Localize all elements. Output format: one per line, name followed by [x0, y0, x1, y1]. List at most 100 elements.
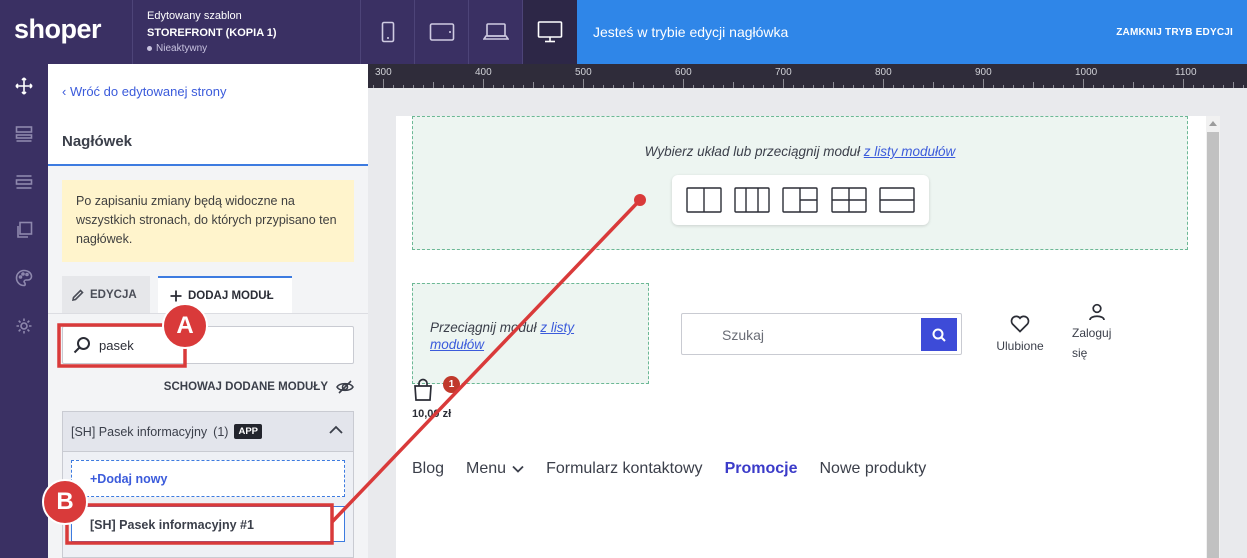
module-list-link[interactable]: z listy modułów: [864, 144, 956, 159]
device-tablet-button[interactable]: [414, 0, 468, 64]
module-item[interactable]: [SH] Pasek informacyjny #1: [71, 506, 345, 542]
ruler-minor-tick: [1133, 82, 1134, 88]
layout-grid-split-icon[interactable]: [782, 187, 819, 213]
ruler-minor-tick: [1093, 85, 1094, 88]
ruler-minor-tick: [603, 85, 604, 88]
favorites-link[interactable]: Ulubione: [994, 315, 1046, 353]
device-laptop-button[interactable]: [468, 0, 522, 64]
ruler-minor-tick: [473, 85, 474, 88]
template-name: STOREFRONT (KOPIA 1): [147, 27, 277, 39]
template-status: Nieaktywny: [147, 43, 360, 54]
ruler-minor-tick: [373, 85, 374, 88]
ruler-minor-tick: [753, 85, 754, 88]
module-group-header[interactable]: [SH] Pasek informacyjny (1) APP: [63, 412, 353, 452]
ruler-minor-tick: [1123, 85, 1124, 88]
phone-icon: [381, 21, 394, 43]
ruler-minor-tick: [1233, 82, 1234, 88]
layout-2row-icon[interactable]: [879, 187, 915, 213]
top-bar: shoper Edytowany szablon STOREFRONT (KOP…: [0, 0, 1247, 64]
login-link[interactable]: Zaloguj się: [1072, 303, 1122, 363]
ruler-minor-tick: [1053, 85, 1054, 88]
module-group-count: (1): [213, 424, 229, 439]
ruler-minor-tick: [723, 85, 724, 88]
rail-move-button[interactable]: [12, 74, 36, 98]
rail-sections-button[interactable]: [12, 122, 36, 146]
nav-contact-form[interactable]: Formularz kontaktowy: [546, 460, 703, 478]
ruler-minor-tick: [623, 85, 624, 88]
ruler-minor-tick: [593, 85, 594, 88]
edit-mode-bar: Jesteś w trybie edycji nagłówka ZAMKNIJ …: [577, 0, 1247, 64]
cart-price: 10,00 zł: [412, 408, 452, 420]
layout-4grid-icon[interactable]: [830, 187, 867, 213]
nav-blog[interactable]: Blog: [412, 460, 444, 478]
header-dropzone-main[interactable]: Wybierz układ lub przeciągnij moduł z li…: [412, 116, 1188, 250]
cart-widget[interactable]: 1 10,00 zł: [412, 376, 472, 420]
info-notice: Po zapisaniu zmiany będą widoczne na wsz…: [62, 180, 354, 262]
ruler-minor-tick: [463, 85, 464, 88]
tab-add-module-label: DODAJ MODUŁ: [188, 289, 274, 302]
scroll-up-arrow-icon[interactable]: [1209, 121, 1217, 126]
chevron-down-icon: [512, 465, 524, 473]
ruler-minor-tick: [453, 85, 454, 88]
nav-new-products[interactable]: Nowe produkty: [819, 460, 926, 478]
device-desktop-button[interactable]: [522, 0, 577, 64]
add-new-module-button[interactable]: +Dodaj nowy: [71, 460, 345, 497]
rail-layers-button[interactable]: [12, 170, 36, 194]
ruler-major-tick: [683, 79, 684, 88]
ruler-minor-tick: [923, 85, 924, 88]
search-icon: [73, 337, 90, 354]
ruler-major-tick: [583, 79, 584, 88]
ruler-label: 400: [475, 67, 492, 78]
device-mobile-button[interactable]: [360, 0, 414, 64]
ruler-minor-tick: [1223, 85, 1224, 88]
ruler-minor-tick: [953, 85, 954, 88]
ruler-minor-tick: [493, 85, 494, 88]
ruler-label: 300: [375, 67, 392, 78]
layout-picker: [672, 175, 929, 225]
layers-icon: [15, 175, 33, 189]
ruler-minor-tick: [903, 85, 904, 88]
ruler-minor-tick: [643, 85, 644, 88]
chevron-up-icon: [329, 425, 343, 434]
back-link[interactable]: ‹ Wróć do edytowanej strony: [48, 64, 368, 118]
rail-pages-button[interactable]: [12, 218, 36, 242]
pages-icon: [17, 221, 33, 238]
ruler-minor-tick: [543, 85, 544, 88]
close-edit-mode-button[interactable]: ZAMKNIJ TRYB EDYCJI: [1116, 27, 1233, 38]
canvas-scrollbar[interactable]: [1206, 116, 1220, 558]
module-group-name: [SH] Pasek informacyjny: [71, 424, 208, 439]
rail-palette-button[interactable]: [12, 266, 36, 290]
scrollbar-thumb[interactable]: [1207, 132, 1219, 558]
ruler-minor-tick: [933, 82, 934, 88]
tab-edit[interactable]: EDYCJA: [62, 276, 150, 313]
module-search-input[interactable]: pasek: [62, 326, 354, 364]
shop-search-button[interactable]: [921, 318, 957, 351]
ruler-major-tick: [1083, 79, 1084, 88]
ruler-minor-tick: [713, 85, 714, 88]
left-icon-rail: [0, 64, 48, 558]
sections-icon: [15, 126, 33, 142]
rail-settings-button[interactable]: [12, 314, 36, 338]
ruler-minor-tick: [973, 85, 974, 88]
laptop-icon: [482, 23, 509, 40]
shoper-logo[interactable]: shoper: [0, 0, 132, 64]
header-dropzone-small[interactable]: Przeciągnij moduł z listy modułów: [412, 283, 649, 384]
hide-added-modules-button[interactable]: SCHOWAJ DODANE MODUŁY: [164, 380, 354, 394]
ruler-major-tick: [483, 79, 484, 88]
palette-icon: [15, 269, 33, 287]
ruler-minor-tick: [733, 82, 734, 88]
shop-search-input[interactable]: Szukaj: [681, 313, 962, 355]
ruler-minor-tick: [803, 85, 804, 88]
nav-menu[interactable]: Menu: [466, 460, 524, 478]
ruler-minor-tick: [513, 85, 514, 88]
nav-promotions[interactable]: Promocje: [725, 460, 798, 478]
ruler-minor-tick: [1153, 85, 1154, 88]
ruler-major-tick: [783, 79, 784, 88]
ruler-minor-tick: [393, 85, 394, 88]
layout-3col-icon[interactable]: [734, 187, 770, 213]
annotation-callout-a: A: [162, 303, 208, 349]
ruler-minor-tick: [873, 85, 874, 88]
ruler-minor-tick: [403, 85, 404, 88]
ruler-minor-tick: [1213, 85, 1214, 88]
layout-2col-icon[interactable]: [686, 187, 722, 213]
